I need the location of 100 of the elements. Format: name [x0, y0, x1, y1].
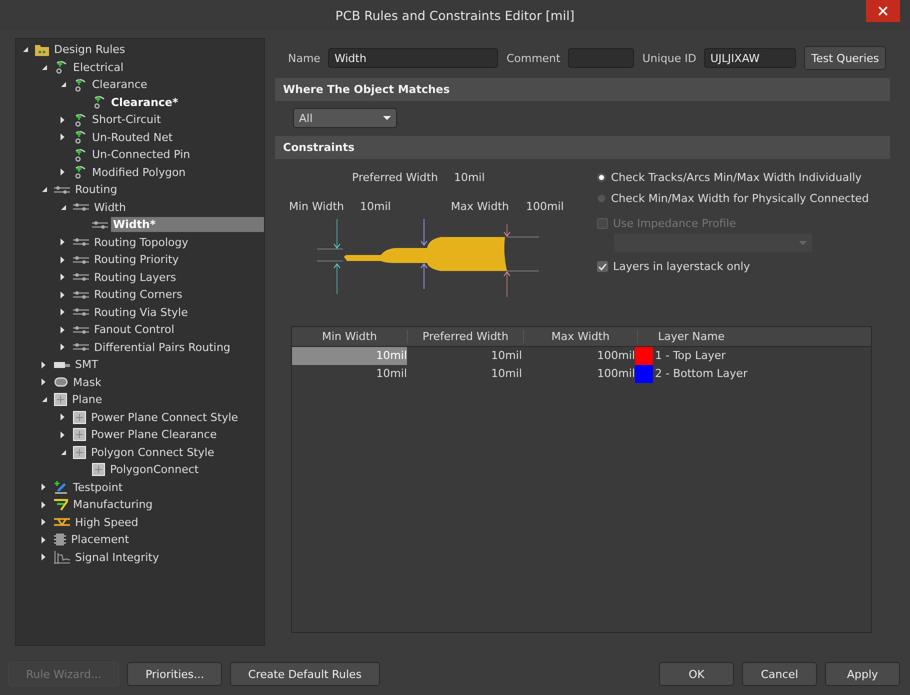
tree-item[interactable]: Width [92, 200, 128, 215]
probe-icon [73, 78, 87, 92]
collapsed-arrow-icon[interactable] [60, 168, 65, 176]
tree-item[interactable]: Power Plane Connect Style [89, 410, 240, 425]
collapsed-arrow-icon[interactable] [41, 553, 46, 562]
expanded-arrow-icon[interactable] [41, 186, 48, 194]
min-width-value: 10mil [360, 200, 391, 213]
collapsed-arrow-icon[interactable] [41, 378, 46, 386]
column-header: Layer Name [657, 330, 726, 343]
collapsed-arrow-icon[interactable] [60, 430, 65, 439]
dialog-button[interactable]: Cancel [742, 662, 817, 686]
radio-button[interactable] [597, 194, 606, 203]
radio-button[interactable] [597, 173, 606, 182]
window-title: PCB Rules and Constraints Editor [mil] [335, 8, 575, 22]
close-icon [878, 6, 888, 16]
caret-icon [799, 240, 807, 246]
radio-label: Check Tracks/Arcs Min/Max Width Individually [611, 171, 862, 184]
table-cell-text: 10mil [490, 348, 522, 364]
section-header: Constraints [275, 136, 890, 159]
dialog-button[interactable]: OK [659, 662, 734, 686]
expanded-arrow-icon[interactable] [60, 81, 67, 88]
collapsed-arrow-icon[interactable] [60, 256, 65, 264]
collapsed-arrow-icon[interactable] [60, 413, 65, 422]
tree-item[interactable]: Clearance* [109, 94, 180, 110]
comment-field[interactable] [568, 48, 634, 68]
track-segments-icon [73, 290, 89, 300]
tree-item[interactable]: Routing Layers [92, 270, 178, 285]
track-segments-icon [73, 324, 89, 335]
tree-item[interactable]: Plane [70, 392, 104, 408]
collapsed-arrow-icon[interactable] [60, 116, 65, 124]
tree-item[interactable]: Differential Pairs Routing [92, 340, 232, 355]
dialog-button[interactable]: Apply [825, 662, 900, 686]
plane-grid-icon [92, 463, 105, 476]
collapsed-arrow-icon[interactable] [60, 238, 65, 246]
expanded-arrow-icon[interactable] [41, 396, 48, 404]
tree-item[interactable]: PolygonConnect [108, 462, 201, 478]
collapsed-arrow-icon[interactable] [60, 290, 65, 299]
collapsed-arrow-icon[interactable] [60, 326, 65, 334]
tree-item[interactable]: Clearance [90, 77, 150, 92]
tree-item[interactable]: Power Plane Clearance [89, 427, 219, 442]
probe-icon [73, 130, 87, 144]
tree-item[interactable]: Routing Corners [92, 287, 184, 302]
component-pad-icon [54, 360, 70, 370]
collapsed-arrow-icon[interactable] [41, 483, 46, 492]
parallel-tracks-icon [54, 516, 70, 528]
table-cell[interactable]: 10mil [292, 365, 407, 383]
tree-item[interactable]: Manufacturing [71, 497, 155, 512]
collapsed-arrow-icon[interactable] [41, 360, 46, 369]
radio-label: Check Min/Max Width for Physically Connected [611, 192, 869, 205]
expanded-arrow-icon[interactable] [22, 46, 29, 54]
check-icon [598, 262, 607, 270]
tree-item[interactable]: Short-Circuit [90, 112, 163, 128]
tree-item[interactable]: Routing Topology [92, 234, 190, 250]
dialog-button[interactable]: Create Default Rules [230, 662, 380, 686]
tree-item[interactable]: Un-Connected Pin [90, 147, 192, 162]
expanded-arrow-icon[interactable] [60, 448, 67, 456]
collapsed-arrow-icon[interactable] [60, 343, 65, 352]
test-queries-button[interactable]: Test Queries [804, 46, 886, 70]
tree-item[interactable]: High Speed [73, 514, 140, 530]
track-segments-icon [73, 237, 89, 248]
table-cell-text: 1 - Top Layer [654, 348, 727, 364]
close-button[interactable] [866, 0, 900, 22]
tree-item[interactable]: Placement [69, 532, 132, 548]
collapsed-arrow-icon[interactable] [60, 273, 65, 282]
tree-item[interactable]: Polygon Connect Style [89, 444, 216, 460]
tree-item[interactable]: Un-Routed Net [90, 130, 175, 145]
collapsed-arrow-icon[interactable] [60, 308, 65, 316]
expanded-arrow-icon[interactable] [60, 204, 67, 211]
probe-icon [73, 165, 87, 180]
tree-item[interactable]: Routing Via Style [92, 304, 190, 320]
track-segments-icon [73, 342, 89, 352]
name-field[interactable]: Width [328, 48, 498, 68]
tree-item[interactable]: Signal Integrity [73, 550, 161, 565]
expanded-arrow-icon[interactable] [41, 64, 48, 71]
table-cell-text: 10mil [490, 366, 522, 382]
checkbox[interactable] [597, 261, 608, 272]
collapsed-arrow-icon[interactable] [41, 518, 46, 526]
unique-id-label: Unique ID [642, 52, 696, 64]
checkbox-label: Use Impedance Profile [613, 217, 736, 230]
tree-item[interactable]: Design Rules [52, 42, 128, 58]
tree-item[interactable]: Modified Polygon [90, 164, 188, 180]
column-header: Preferred Width [408, 330, 524, 343]
chip-icon [54, 533, 66, 546]
preferred-width-label: Preferred Width [352, 171, 438, 184]
dialog-button[interactable]: Priorities... [127, 662, 222, 686]
tree-item[interactable]: Electrical [71, 60, 126, 75]
tree-item[interactable]: Mask [71, 374, 104, 390]
collapsed-arrow-icon[interactable] [41, 536, 46, 544]
tree-item[interactable]: Routing Priority [92, 252, 181, 268]
tree-item[interactable]: Testpoint [71, 480, 125, 495]
tree-item[interactable]: Width* [111, 217, 264, 232]
unique-id-field[interactable]: UJLJIXAW [704, 48, 796, 68]
tree-item[interactable]: SMT [73, 357, 100, 372]
probe-icon [73, 148, 87, 162]
track-segments-icon [73, 307, 89, 318]
tree-item[interactable]: Fanout Control [92, 322, 176, 338]
collapsed-arrow-icon[interactable] [60, 133, 65, 142]
scope-dropdown[interactable]: All [293, 108, 397, 128]
tree-item[interactable]: Routing [73, 182, 120, 198]
collapsed-arrow-icon[interactable] [41, 500, 46, 509]
